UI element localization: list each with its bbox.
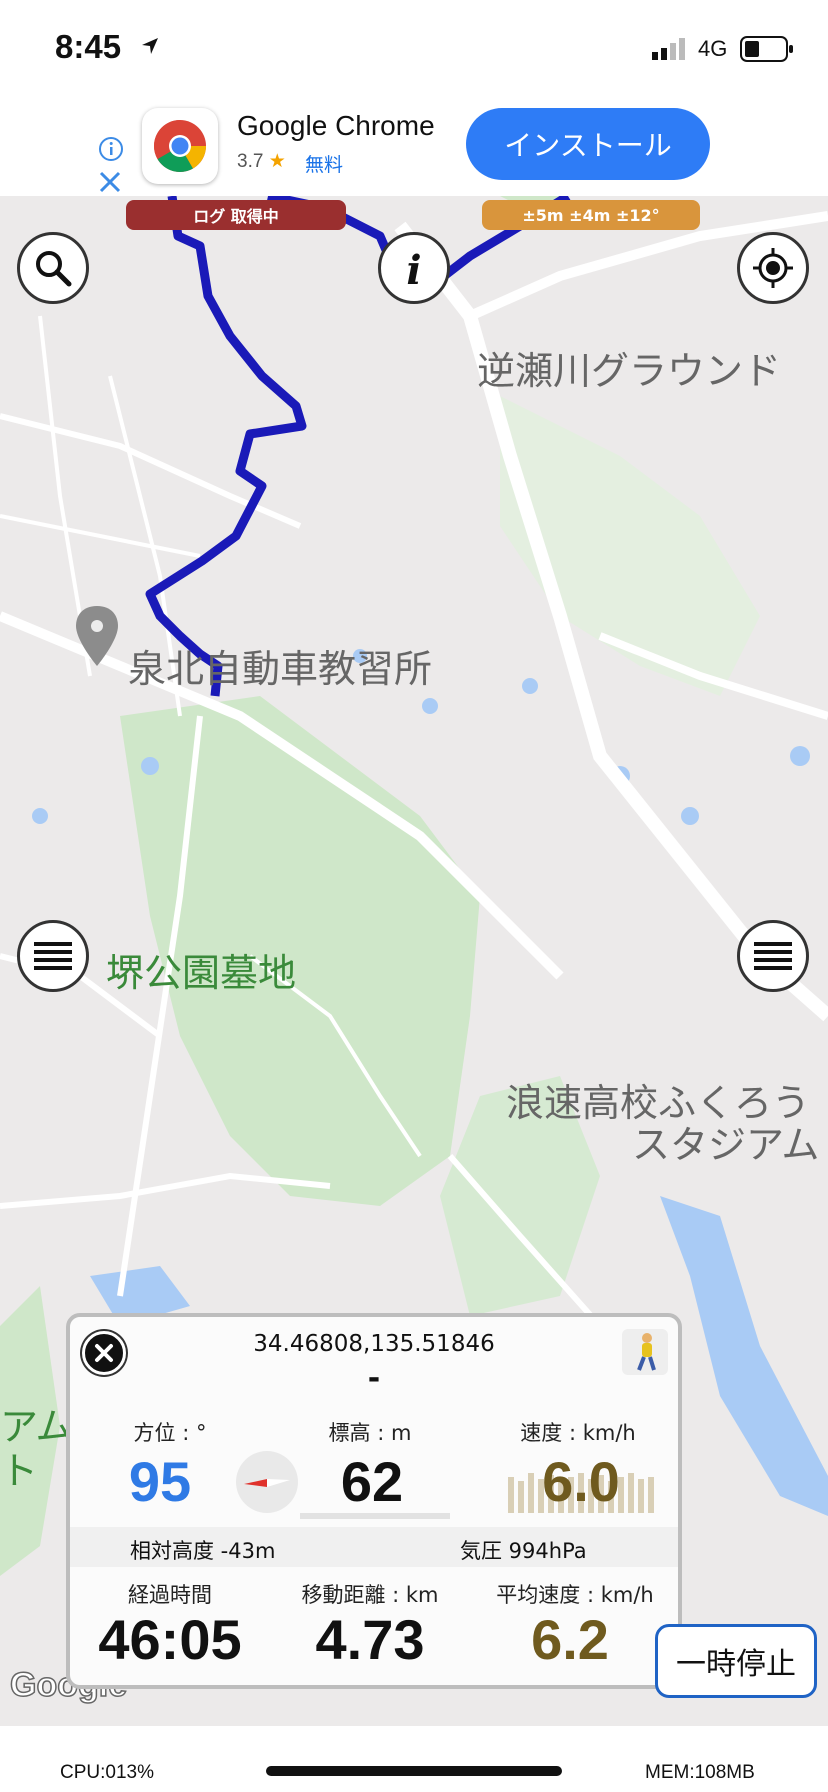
elevation-label: 標高 : m [328, 1421, 412, 1445]
address-text: - [367, 1361, 381, 1396]
avg-speed-value: 6.2 [531, 1608, 609, 1671]
elapsed-value: 46:05 [98, 1608, 242, 1671]
pressure: 気圧 994hPa [460, 1539, 587, 1563]
avg-speed-label: 平均速度 : km/h [496, 1583, 654, 1607]
coordinates-text: 34.46808,135.51846 [253, 1331, 495, 1357]
star-icon: ★ [268, 151, 286, 172]
speed-value: 6.0 [542, 1450, 620, 1513]
locate-button[interactable] [737, 232, 809, 304]
compass-needle-icon [244, 1479, 290, 1487]
log-status-pill: ログ 取得中 [126, 200, 346, 230]
crosshair-icon [753, 248, 793, 288]
memory-usage: MEM:108MB [645, 1762, 755, 1783]
right-menu-button[interactable] [737, 920, 809, 992]
place-label-partial-2: ト [0, 1449, 39, 1493]
status-bar: 8:45 4G [0, 0, 828, 100]
ad-info-icon[interactable] [98, 136, 124, 162]
chrome-app-icon[interactable] [142, 108, 218, 184]
search-button[interactable] [17, 232, 89, 304]
distance-label: 移動距離 : km [301, 1583, 439, 1607]
search-icon [36, 251, 72, 287]
relative-altitude: 相対高度 -43m [130, 1539, 276, 1563]
menu-icon [754, 942, 792, 970]
home-indicator[interactable] [266, 1766, 562, 1776]
bearing-value: 95 [128, 1450, 192, 1513]
walking-person-icon [637, 1333, 656, 1371]
elevation-value: 62 [340, 1450, 404, 1513]
pause-button[interactable]: 一時停止 [655, 1624, 817, 1698]
ad-close-icon[interactable] [98, 170, 122, 194]
location-arrow-icon [142, 38, 158, 54]
ad-app-name[interactable]: Google Chrome [237, 110, 435, 142]
place-label-ground: 逆瀬川グラウンド [477, 349, 782, 393]
elevation-bar [300, 1513, 450, 1519]
system-info-bar: CPU:013% MEM:108MB [0, 1726, 828, 1792]
menu-icon [34, 942, 72, 970]
ad-rating-value: 3.7 [237, 151, 264, 172]
accuracy-pill: ±5m ±4m ±12° [482, 200, 700, 230]
activity-mode-button[interactable] [622, 1329, 668, 1375]
info-panel: 34.46808,135.51846 - 方位 : ° 標高 : m 速度 : … [66, 1313, 682, 1689]
distance-value: 4.73 [315, 1608, 425, 1671]
install-button[interactable]: インストール [466, 108, 710, 180]
battery-icon [740, 36, 793, 62]
status-time: 8:45 [55, 28, 122, 65]
place-label-driving-school: 泉北自動車教習所 [128, 647, 433, 691]
svg-text:i: i [406, 247, 421, 290]
speed-label: 速度 : km/h [520, 1421, 636, 1445]
signal-icon [652, 38, 685, 60]
cpu-usage: CPU:013% [60, 1762, 154, 1783]
info-icon: i [406, 247, 421, 290]
chrome-logo-icon [154, 120, 206, 172]
ad-price: 無料 [305, 155, 344, 176]
compass [236, 1451, 298, 1513]
network-type: 4G [698, 36, 728, 61]
left-menu-button[interactable] [17, 920, 89, 992]
elapsed-label: 経過時間 [128, 1583, 212, 1607]
ad-rating: 3.7 ★ [237, 150, 286, 173]
info-button[interactable]: i [378, 232, 450, 304]
place-label-stadium-line2: スタジアム [632, 1123, 820, 1167]
bearing-label: 方位 : ° [133, 1421, 207, 1445]
place-label-cemetery: 堺公園墓地 [106, 951, 297, 995]
